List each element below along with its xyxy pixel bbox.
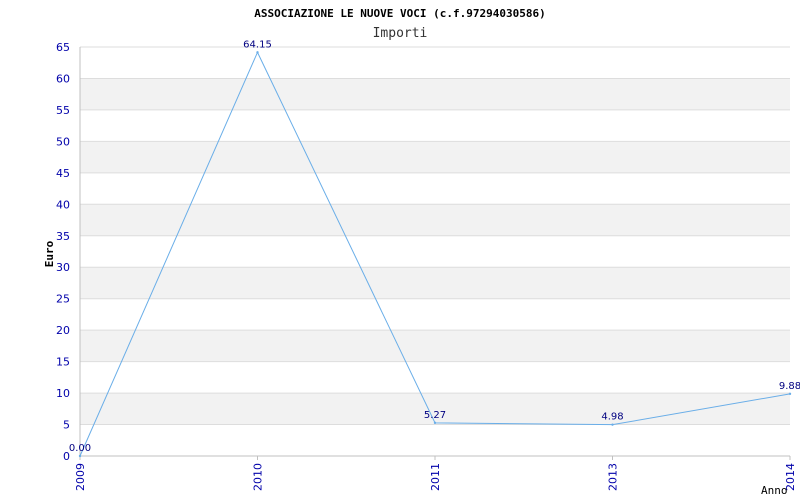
data-point <box>78 454 82 458</box>
chart-title: ASSOCIAZIONE LE NUOVE VOCI (c.f.97294030… <box>254 7 545 20</box>
y-tick-label: 55 <box>56 104 70 117</box>
y-tick-label: 60 <box>56 72 70 85</box>
y-axis-label: Euro <box>43 240 56 267</box>
x-tick-label: 2009 <box>74 463 87 491</box>
y-tick-label: 20 <box>56 324 70 337</box>
data-point <box>433 421 437 425</box>
chart-subtitle: Importi <box>373 26 428 41</box>
x-tick-labels: 2009 2010 2011 2013 2014 <box>74 456 797 491</box>
x-tick-label: 2011 <box>429 463 442 491</box>
y-tick-label: 10 <box>56 387 70 400</box>
data-label: 4.98 <box>601 412 623 423</box>
grid-band <box>80 141 790 173</box>
grid-band <box>80 330 790 362</box>
data-point <box>611 423 614 426</box>
data-label: 0.00 <box>69 443 91 454</box>
y-tick-label: 30 <box>56 261 70 274</box>
y-tick-label: 50 <box>56 135 70 148</box>
data-label: 9.88 <box>779 381 800 392</box>
y-tick-label: 5 <box>63 419 70 432</box>
data-point <box>788 392 792 396</box>
grid-band <box>80 204 790 236</box>
grid-band <box>80 267 790 299</box>
x-tick-label: 2010 <box>252 463 265 491</box>
data-label: 64.15 <box>243 39 272 50</box>
y-tick-label: 15 <box>56 356 70 369</box>
grid-bands <box>80 78 790 425</box>
line-chart: 05101520253035404550556065 2009 2010 2011 2… <box>43 7 800 497</box>
grid-band <box>80 78 790 110</box>
x-tick-label: 2013 <box>607 463 620 491</box>
y-tick-label: 65 <box>56 41 70 54</box>
data-label: 5.27 <box>424 410 446 421</box>
y-tick-label: 35 <box>56 230 70 243</box>
x-axis-label: Anno <box>761 484 788 497</box>
y-tick-labels: 05101520253035404550556065 <box>56 41 70 463</box>
y-tick-label: 40 <box>56 198 70 211</box>
y-tick-label: 25 <box>56 293 70 306</box>
data-point <box>256 51 259 54</box>
y-tick-label: 45 <box>56 167 70 180</box>
